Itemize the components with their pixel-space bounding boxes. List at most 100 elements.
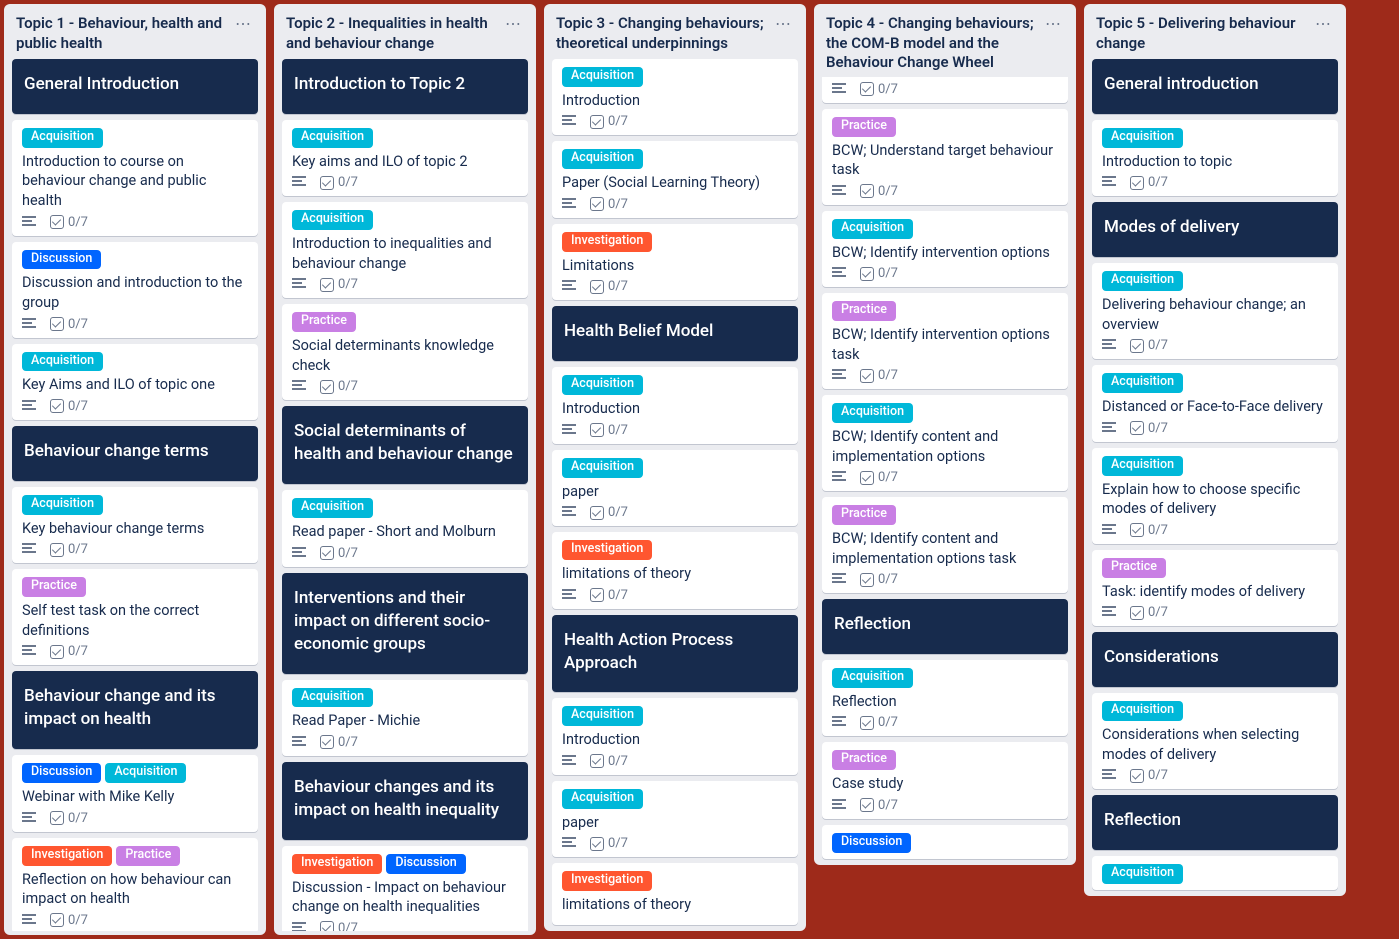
card-badges: 0/7 <box>1102 421 1328 436</box>
section-header-card[interactable]: Reflection <box>1092 795 1338 850</box>
card-badges: 0/7 <box>562 114 788 129</box>
card-title: BCW; Identify content and implementation… <box>832 529 1058 568</box>
list-title[interactable]: Topic 2 - Inequalities in health and beh… <box>286 14 501 53</box>
card-badges: 0/7 <box>832 715 1058 730</box>
task-card[interactable]: BCW; Understand the target behaviour0/7 <box>822 77 1068 103</box>
task-card[interactable]: Discussion <box>822 825 1068 859</box>
task-card[interactable]: Acquisitionpaper0/7 <box>552 450 798 526</box>
task-card[interactable]: InvestigationLimitations0/7 <box>552 224 798 300</box>
description-icon <box>22 913 36 928</box>
list-menu-icon[interactable]: ⋯ <box>771 14 796 34</box>
task-card[interactable]: PracticeCase study0/7 <box>822 742 1068 818</box>
label-disc: Discussion <box>386 854 465 874</box>
label-inv: Investigation <box>22 846 112 866</box>
checklist-icon <box>50 913 64 927</box>
list-menu-icon[interactable]: ⋯ <box>231 14 256 34</box>
task-card[interactable]: AcquisitionExplain how to choose specifi… <box>1092 448 1338 544</box>
task-card[interactable]: Investigationlimitations of theory <box>552 863 798 924</box>
card-labels: Practice <box>832 750 1058 770</box>
section-header-card[interactable]: General Introduction <box>12 59 258 114</box>
section-header-card[interactable]: Reflection <box>822 599 1068 654</box>
task-card[interactable]: AcquisitionRead paper - Short and Molbur… <box>282 490 528 566</box>
card-labels: DiscussionAcquisition <box>22 763 248 783</box>
task-card[interactable]: AcquisitionIntroduction to topic0/7 <box>1092 120 1338 196</box>
task-card[interactable]: DiscussionAcquisitionWebinar with Mike K… <box>12 755 258 831</box>
task-card[interactable]: AcquisitionDelivering behaviour change; … <box>1092 263 1338 359</box>
checklist-count: 0/7 <box>338 175 358 190</box>
task-card[interactable]: AcquisitionIntroduction to course on beh… <box>12 120 258 236</box>
task-card[interactable]: AcquisitionIntroduction to inequalities … <box>282 202 528 298</box>
card-labels: Acquisition <box>292 128 518 148</box>
checklist-count: 0/7 <box>1148 338 1168 353</box>
card-badges: 0/7 <box>562 754 788 769</box>
card-title: limitations of theory <box>562 564 788 584</box>
card-labels: Discussion <box>22 250 248 270</box>
list-cards[interactable]: Introduction to Topic 2 AcquisitionKey ai… <box>274 57 536 931</box>
task-card[interactable]: AcquisitionIntroduction0/7 <box>552 698 798 774</box>
task-card[interactable]: Investigationlimitations of theory0/7 <box>552 532 798 608</box>
label-prac: Practice <box>22 577 86 597</box>
card-labels: Acquisition <box>562 67 788 87</box>
task-card[interactable]: AcquisitionRead Paper - Michie0/7 <box>282 680 528 756</box>
section-header-card[interactable]: Interventions and their impact on differ… <box>282 573 528 674</box>
task-card[interactable]: AcquisitionConsiderations when selecting… <box>1092 693 1338 789</box>
checklist-badge: 0/7 <box>1130 605 1168 620</box>
section-header-card[interactable]: Behaviour change and its impact on healt… <box>12 671 258 749</box>
section-header-card[interactable]: Health Action Process Approach <box>552 615 798 693</box>
label-prac: Practice <box>832 301 896 321</box>
task-card[interactable]: PracticeTask: identify modes of delivery… <box>1092 550 1338 626</box>
section-header-card[interactable]: Modes of delivery <box>1092 202 1338 257</box>
list-title[interactable]: Topic 4 - Changing behaviours; the COM-B… <box>826 14 1041 73</box>
task-card[interactable]: AcquisitionKey Aims and ILO of topic one… <box>12 344 258 420</box>
section-header-card[interactable]: Social determinants of health and behavi… <box>282 406 528 484</box>
task-card[interactable]: InvestigationDiscussionDiscussion - Impa… <box>282 846 528 931</box>
checklist-badge: 0/7 <box>50 811 88 826</box>
task-card[interactable]: AcquisitionBCW; Identify content and imp… <box>822 395 1068 491</box>
list-menu-icon[interactable]: ⋯ <box>1311 14 1336 34</box>
task-card[interactable]: AcquisitionReflection0/7 <box>822 660 1068 736</box>
section-header-card[interactable]: General introduction <box>1092 59 1338 114</box>
task-card[interactable]: PracticeBCW; Identify content and implem… <box>822 497 1068 593</box>
checklist-badge: 0/7 <box>50 644 88 659</box>
checklist-icon <box>320 278 334 292</box>
section-header-card[interactable]: Considerations <box>1092 632 1338 687</box>
card-badges: 0/7 <box>1102 605 1328 620</box>
task-card[interactable]: AcquisitionKey behaviour change terms0/7 <box>12 487 258 563</box>
label-inv: Investigation <box>562 540 652 560</box>
list-cards[interactable]: General introduction AcquisitionIntroduct… <box>1084 57 1346 892</box>
list-menu-icon[interactable]: ⋯ <box>1041 14 1066 34</box>
task-card[interactable]: AcquisitionIntroduction0/7 <box>552 59 798 135</box>
task-card[interactable]: Acquisition <box>1092 856 1338 890</box>
list-menu-icon[interactable]: ⋯ <box>501 14 526 34</box>
section-header-card[interactable]: Introduction to Topic 2 <box>282 59 528 114</box>
list-title[interactable]: Topic 1 - Behaviour, health and public h… <box>16 14 231 53</box>
task-card[interactable]: InvestigationPracticeReflection on how b… <box>12 838 258 931</box>
task-card[interactable]: AcquisitionKey aims and ILO of topic 20/… <box>282 120 528 196</box>
task-card[interactable]: Acquisitionpaper0/7 <box>552 781 798 857</box>
list-title[interactable]: Topic 3 - Changing behaviours; theoretic… <box>556 14 771 53</box>
card-labels: Acquisition <box>562 458 788 478</box>
list-cards[interactable]: BCW; Understand the target behaviour0/7 P… <box>814 77 1076 861</box>
task-card[interactable]: DiscussionDiscussion and introduction to… <box>12 242 258 338</box>
task-card[interactable]: AcquisitionBCW; Identify intervention op… <box>822 211 1068 287</box>
task-card[interactable]: PracticeSelf test task on the correct de… <box>12 569 258 665</box>
section-header-card[interactable]: Behaviour change terms <box>12 426 258 481</box>
checklist-badge: 0/7 <box>860 572 898 587</box>
section-title: Considerations <box>1104 646 1326 669</box>
card-labels: Acquisition <box>1102 701 1328 721</box>
label-acq: Acquisition <box>832 668 913 688</box>
list-title[interactable]: Topic 5 - Delivering behaviour change <box>1096 14 1311 53</box>
list-cards[interactable]: General Introduction AcquisitionIntroduct… <box>4 57 266 931</box>
checklist-icon <box>860 369 874 383</box>
task-card[interactable]: PracticeSocial determinants knowledge ch… <box>282 304 528 400</box>
task-card[interactable]: PracticeBCW; Identify intervention optio… <box>822 293 1068 389</box>
task-card[interactable]: PracticeBCW; Understand target behaviour… <box>822 109 1068 205</box>
checklist-badge: 0/7 <box>320 175 358 190</box>
section-header-card[interactable]: Health Belief Model <box>552 306 798 361</box>
section-header-card[interactable]: Behaviour changes and its impact on heal… <box>282 762 528 840</box>
list-cards[interactable]: AcquisitionIntroduction0/7AcquisitionPap… <box>544 57 806 927</box>
description-icon <box>562 197 576 212</box>
task-card[interactable]: AcquisitionIntroduction0/7 <box>552 367 798 443</box>
task-card[interactable]: AcquisitionDistanced or Face-to-Face del… <box>1092 365 1338 441</box>
task-card[interactable]: AcquisitionPaper (Social Learning Theory… <box>552 141 798 217</box>
